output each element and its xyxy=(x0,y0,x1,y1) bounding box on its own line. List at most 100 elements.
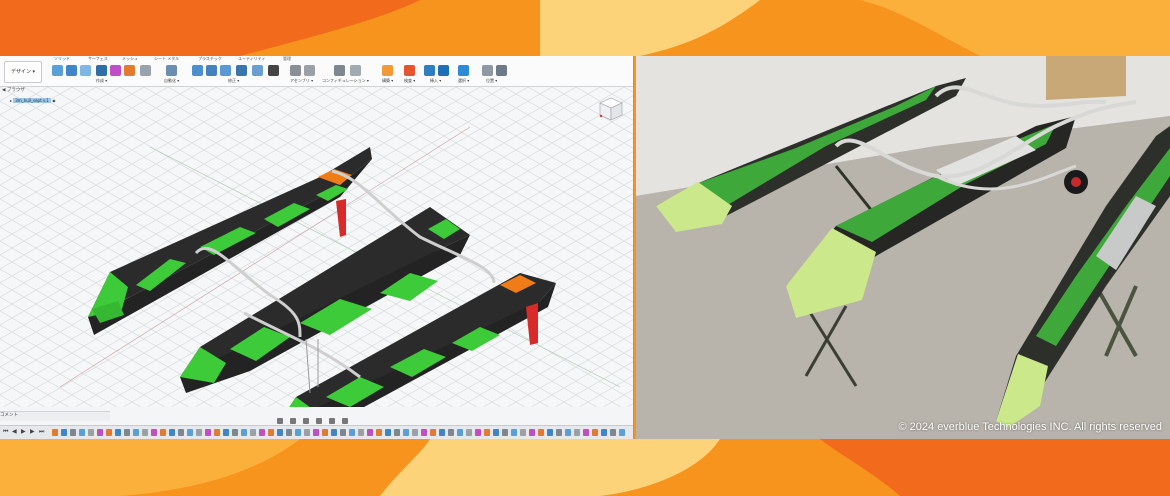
configuration-icon[interactable] xyxy=(334,65,345,76)
timeline-feature-icon[interactable] xyxy=(52,429,58,436)
zoom-icon[interactable] xyxy=(316,418,323,424)
extrude-icon[interactable] xyxy=(66,65,77,76)
timeline-feature-icon[interactable] xyxy=(583,429,589,436)
group-insert[interactable]: 挿入 ▾ xyxy=(430,78,441,84)
assembly-icon[interactable] xyxy=(304,65,315,76)
chamfer-icon[interactable] xyxy=(206,65,217,76)
timeline-feature-icon[interactable] xyxy=(376,429,382,436)
timeline-feature-icon[interactable] xyxy=(151,429,157,436)
group-automate[interactable]: 自動化 ▾ xyxy=(164,78,179,84)
tab-sheet-metal[interactable]: シート メタル xyxy=(154,56,179,62)
split-icon[interactable] xyxy=(252,65,263,76)
timeline-feature-icon[interactable] xyxy=(421,429,427,436)
group-position[interactable]: 位置 ▾ xyxy=(486,78,497,84)
tab-surface[interactable]: サーフェス xyxy=(88,56,108,62)
timeline-feature-icon[interactable] xyxy=(142,429,148,436)
timeline-feature-icon[interactable] xyxy=(124,429,130,436)
timeline-feature-icon[interactable] xyxy=(133,429,139,436)
position-icon[interactable] xyxy=(482,65,493,76)
timeline-feature-icon[interactable] xyxy=(358,429,364,436)
timeline-feature-icon[interactable] xyxy=(61,429,67,436)
timeline-feature-icon[interactable] xyxy=(538,429,544,436)
fast-forward-icon[interactable]: ⏭ xyxy=(39,429,45,435)
table-icon[interactable] xyxy=(350,65,361,76)
group-configuration[interactable]: コンフィギュレーション ▾ xyxy=(322,78,369,84)
pattern-icon[interactable] xyxy=(124,65,135,76)
timeline-feature-icon[interactable] xyxy=(439,429,445,436)
move-icon[interactable] xyxy=(268,65,279,76)
tab-plastic[interactable]: プラスチック xyxy=(198,56,222,62)
timeline-feature-icon[interactable] xyxy=(349,429,355,436)
timeline-feature-icon[interactable] xyxy=(592,429,598,436)
group-inspect[interactable]: 検査 ▾ xyxy=(404,78,415,84)
trimaran-model[interactable] xyxy=(0,87,633,407)
timeline-feature-icon[interactable] xyxy=(367,429,373,436)
timeline-feature-icon[interactable] xyxy=(160,429,166,436)
insert-icon[interactable] xyxy=(424,65,435,76)
timeline-feature-icon[interactable] xyxy=(313,429,319,436)
tab-manage[interactable]: 管理 xyxy=(283,56,291,62)
timeline-feature-icon[interactable] xyxy=(88,429,94,436)
press-pull-icon[interactable] xyxy=(236,65,247,76)
timeline-feature-icon[interactable] xyxy=(106,429,112,436)
group-create[interactable]: 作成 ▾ xyxy=(96,78,107,84)
timeline-feature-icon[interactable] xyxy=(574,429,580,436)
timeline-feature-icon[interactable] xyxy=(196,429,202,436)
timeline-feature-icon[interactable] xyxy=(250,429,256,436)
fillet-icon[interactable] xyxy=(192,65,203,76)
group-select[interactable]: 選択 ▾ xyxy=(458,78,469,84)
timeline-feature-icon[interactable] xyxy=(241,429,247,436)
look-at-icon[interactable] xyxy=(290,418,297,424)
timeline-feature-icon[interactable] xyxy=(556,429,562,436)
select-icon[interactable] xyxy=(458,65,469,76)
play-icon[interactable]: ▶ xyxy=(21,429,27,435)
timeline-feature-icon[interactable] xyxy=(529,429,535,436)
timeline-feature-icon[interactable] xyxy=(70,429,76,436)
tab-utility[interactable]: ユーティリティ xyxy=(238,56,266,62)
timeline-feature-icon[interactable] xyxy=(394,429,400,436)
timeline-feature-icon[interactable] xyxy=(97,429,103,436)
shell-icon[interactable] xyxy=(220,65,231,76)
group-construct[interactable]: 構築 ▾ xyxy=(382,78,393,84)
timeline-feature-icon[interactable] xyxy=(79,429,85,436)
step-forward-icon[interactable]: ▶ xyxy=(30,429,36,435)
timeline-feature-icon[interactable] xyxy=(565,429,571,436)
orbit-icon[interactable] xyxy=(277,418,283,424)
group-assembly[interactable]: アセンブリ ▾ xyxy=(290,78,313,84)
timeline-feature-icon[interactable] xyxy=(457,429,463,436)
timeline-feature-icon[interactable] xyxy=(331,429,337,436)
timeline-feature-icon[interactable] xyxy=(304,429,310,436)
timeline-feature-icon[interactable] xyxy=(385,429,391,436)
timeline-feature-icon[interactable] xyxy=(277,429,283,436)
timeline-feature-icon[interactable] xyxy=(259,429,265,436)
timeline-feature-icon[interactable] xyxy=(430,429,436,436)
timeline-feature-icon[interactable] xyxy=(403,429,409,436)
timeline-feature-icon[interactable] xyxy=(268,429,274,436)
timeline-feature-icon[interactable] xyxy=(178,429,184,436)
fit-icon[interactable] xyxy=(329,418,336,424)
timeline-feature-icon[interactable] xyxy=(295,429,301,436)
comments-panel[interactable]: コメント xyxy=(0,411,110,421)
workspace-dropdown[interactable]: デザイン ▾ xyxy=(4,61,42,83)
tab-solid[interactable]: ソリッド xyxy=(54,56,70,62)
timeline-feature-icon[interactable] xyxy=(619,429,625,436)
automate-icon[interactable] xyxy=(166,65,177,76)
timeline-feature-icon[interactable] xyxy=(223,429,229,436)
timeline-feature-icon[interactable] xyxy=(115,429,121,436)
form-icon[interactable] xyxy=(110,65,121,76)
timeline-feature-icon[interactable] xyxy=(286,429,292,436)
sketch-icon[interactable] xyxy=(52,65,63,76)
measure-icon[interactable] xyxy=(404,65,415,76)
timeline-feature-icon[interactable] xyxy=(322,429,328,436)
timeline-feature-icon[interactable] xyxy=(502,429,508,436)
timeline[interactable]: ⏮ ◀ ▶ ▶ ⏭ xyxy=(0,425,633,439)
plane-icon[interactable] xyxy=(382,65,393,76)
timeline-feature-icon[interactable] xyxy=(214,429,220,436)
timeline-feature-icon[interactable] xyxy=(547,429,553,436)
timeline-feature-icon[interactable] xyxy=(493,429,499,436)
group-modify[interactable]: 修正 ▾ xyxy=(228,78,239,84)
revolve-icon[interactable] xyxy=(80,65,91,76)
timeline-feature-icon[interactable] xyxy=(412,429,418,436)
timeline-feature-icon[interactable] xyxy=(448,429,454,436)
rewind-icon[interactable]: ⏮ xyxy=(3,429,9,435)
